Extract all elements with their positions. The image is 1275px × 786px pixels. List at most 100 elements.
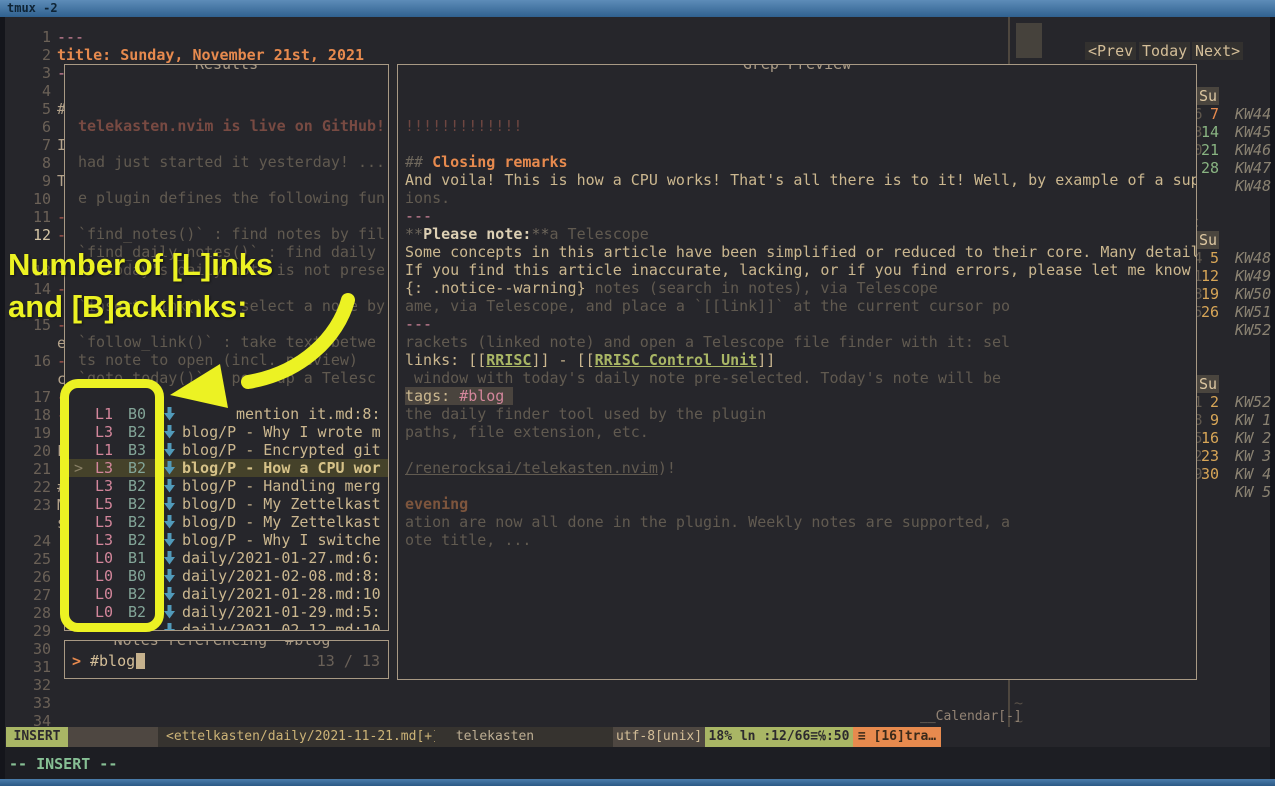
preview-span: RRISC xyxy=(486,351,531,369)
line-number: 20 xyxy=(11,442,51,460)
week-number-label: KW 3 xyxy=(1235,447,1271,465)
line-number: 28 xyxy=(11,604,51,622)
line-number: 8 xyxy=(11,154,51,172)
calendar-sunday-date[interactable]: 21 xyxy=(1197,141,1219,159)
preview-span: the daily finder tool used by the plugin xyxy=(405,405,766,423)
statusline: INSERT main! <ettelkasten/daily/2021-11-… xyxy=(5,727,1270,747)
week-number-label: KW 4 xyxy=(1235,465,1271,483)
calendar-sunday-date[interactable]: 16 xyxy=(1197,429,1219,447)
preview-line: If you find this article inaccurate, lac… xyxy=(405,261,1191,279)
line-number: 11 xyxy=(11,208,51,226)
next-button[interactable]: Next> xyxy=(1192,42,1243,60)
preview-span: ]] - [[ xyxy=(531,351,594,369)
line-number: 21 xyxy=(11,460,51,478)
calendar-sunday-date[interactable]: 12 xyxy=(1197,267,1219,285)
preview-line: rackets (linked note) and open a Telesco… xyxy=(405,333,1010,351)
preview-line: tags: #blog xyxy=(405,387,513,405)
calendar-sunday-date[interactable]: 2 xyxy=(1197,393,1219,411)
preview-span: ote title, ... xyxy=(405,531,531,549)
down-arrow-icon xyxy=(163,459,176,477)
down-arrow-icon xyxy=(163,549,176,567)
prev-button[interactable]: <Prev xyxy=(1085,42,1136,60)
week-number-label: KW51 xyxy=(1235,303,1271,321)
week-number-label: KW 1 xyxy=(1235,411,1271,429)
preview-panel-title: Grep Preview xyxy=(735,64,859,73)
calendar-sunday-date[interactable]: 28 xyxy=(1197,159,1219,177)
results-panel-title: Results xyxy=(187,64,266,73)
line-number: 27 xyxy=(11,586,51,604)
preview-line: --- xyxy=(405,315,432,333)
preview-span: ions. xyxy=(405,189,450,207)
result-text: daily/2021-02-08.md:8: xyxy=(182,567,381,585)
week-number-label: KW48 xyxy=(1235,249,1271,267)
line-number: 29 xyxy=(11,622,51,640)
preview-span: RRISC Control Unit xyxy=(595,351,758,369)
preview-line: {: .notice--warning} notes (search in no… xyxy=(405,279,938,297)
calendar-sunday-date[interactable]: 5 xyxy=(1197,249,1219,267)
preview-line: ote title, ... xyxy=(405,531,531,549)
preview-span: --- xyxy=(405,315,432,333)
today-button[interactable]: Today xyxy=(1139,42,1190,60)
annotation-highlight-box xyxy=(60,379,164,632)
line-number: 9 xyxy=(11,172,51,190)
preview-line: Some concepts in this article have been … xyxy=(405,243,1197,261)
bleed-text-line: telekasten.nvim is live on GitHub! xyxy=(78,117,385,135)
preview-line: ## Closing remarks xyxy=(405,153,568,171)
week-number-label: KW52 xyxy=(1235,393,1271,411)
down-arrow-icon xyxy=(163,603,176,621)
week-number-label: KW 5 xyxy=(1235,483,1271,501)
sunday-header: Su xyxy=(1197,87,1219,105)
calendar-sunday-date[interactable]: 26 xyxy=(1197,303,1219,321)
preview-span xyxy=(504,387,513,405)
preview-span: If you find this article inaccurate, lac… xyxy=(405,261,1191,279)
window-titlebar: tmux -2 xyxy=(0,0,1275,17)
preview-line: --- xyxy=(405,207,432,225)
line-number: 10 xyxy=(11,190,51,208)
calendar-window-statusline: __Calendar[-] xyxy=(920,707,1022,727)
preview-span: tags: xyxy=(405,387,459,405)
preview-span: a Telescope xyxy=(550,225,649,243)
bleed-text-line: `find_notes()` : find notes by fil xyxy=(78,225,385,243)
calendar-sunday-date[interactable]: 9 xyxy=(1197,411,1219,429)
line-number: 33 xyxy=(11,694,51,712)
preview-line: And voila! This is how a CPU works! That… xyxy=(405,171,1197,189)
line-number: 22 xyxy=(11,478,51,496)
down-arrow-icon xyxy=(163,513,176,531)
result-text: daily/2021-01-28.md:10 xyxy=(182,585,381,603)
preview-span: Please note: xyxy=(423,225,531,243)
telescope-prompt-panel: Notes referencing `#blog` > #blog 13 / 1… xyxy=(64,640,389,679)
result-text: blog/P - Why I wrote m xyxy=(182,423,381,441)
mode-indicator: INSERT xyxy=(6,727,68,747)
calendar-sunday-date[interactable]: 30 xyxy=(1197,465,1219,483)
line-number: 24 xyxy=(11,532,51,550)
command-line-area: -- INSERT -- xyxy=(5,747,1270,779)
sunday-header: Su xyxy=(1197,231,1219,249)
calendar-sunday-date[interactable]: 19 xyxy=(1197,285,1219,303)
preview-span: ** xyxy=(405,225,423,243)
filepath-segment: <ettelkasten/daily/2021-11-21.md[+] xyxy=(158,727,466,747)
calendar-sunday-date[interactable]: 14 xyxy=(1197,123,1219,141)
week-number-label: KW45 xyxy=(1235,123,1271,141)
result-counter: 13 / 13 xyxy=(317,652,380,670)
preview-span: links: [[ xyxy=(405,351,486,369)
preview-line: links: [[RRISC]] - [[RRISC Control Unit]… xyxy=(405,351,775,369)
preview-span: {: .notice--warning} xyxy=(405,279,586,297)
result-text: blog/P - Encrypted git xyxy=(182,441,381,459)
down-arrow-icon xyxy=(163,423,176,441)
down-arrow-icon xyxy=(163,621,176,631)
result-text: blog/P - Why I switche xyxy=(182,531,381,549)
calendar-sunday-date[interactable]: 23 xyxy=(1197,447,1219,465)
week-number-label: KW44 xyxy=(1235,105,1271,123)
calendar-sunday-date[interactable]: 7 xyxy=(1197,105,1219,123)
preview-line: ation are now all done in the plugin. We… xyxy=(405,513,1010,531)
preview-span: --- xyxy=(405,207,432,225)
result-text: blog/D - My Zettelkast xyxy=(182,513,381,531)
sunday-header: Su xyxy=(1197,375,1219,393)
preview-span: /renerocksai/telekasten.nvim xyxy=(405,459,658,477)
line-number: 23 xyxy=(11,496,51,514)
search-input[interactable]: #blog xyxy=(90,652,135,670)
preview-span: And voila! This is how a CPU works! That… xyxy=(405,171,1197,189)
result-text: blog/P - Handling merg xyxy=(182,477,381,495)
down-arrow-icon xyxy=(163,531,176,549)
line-number: 32 xyxy=(11,676,51,694)
